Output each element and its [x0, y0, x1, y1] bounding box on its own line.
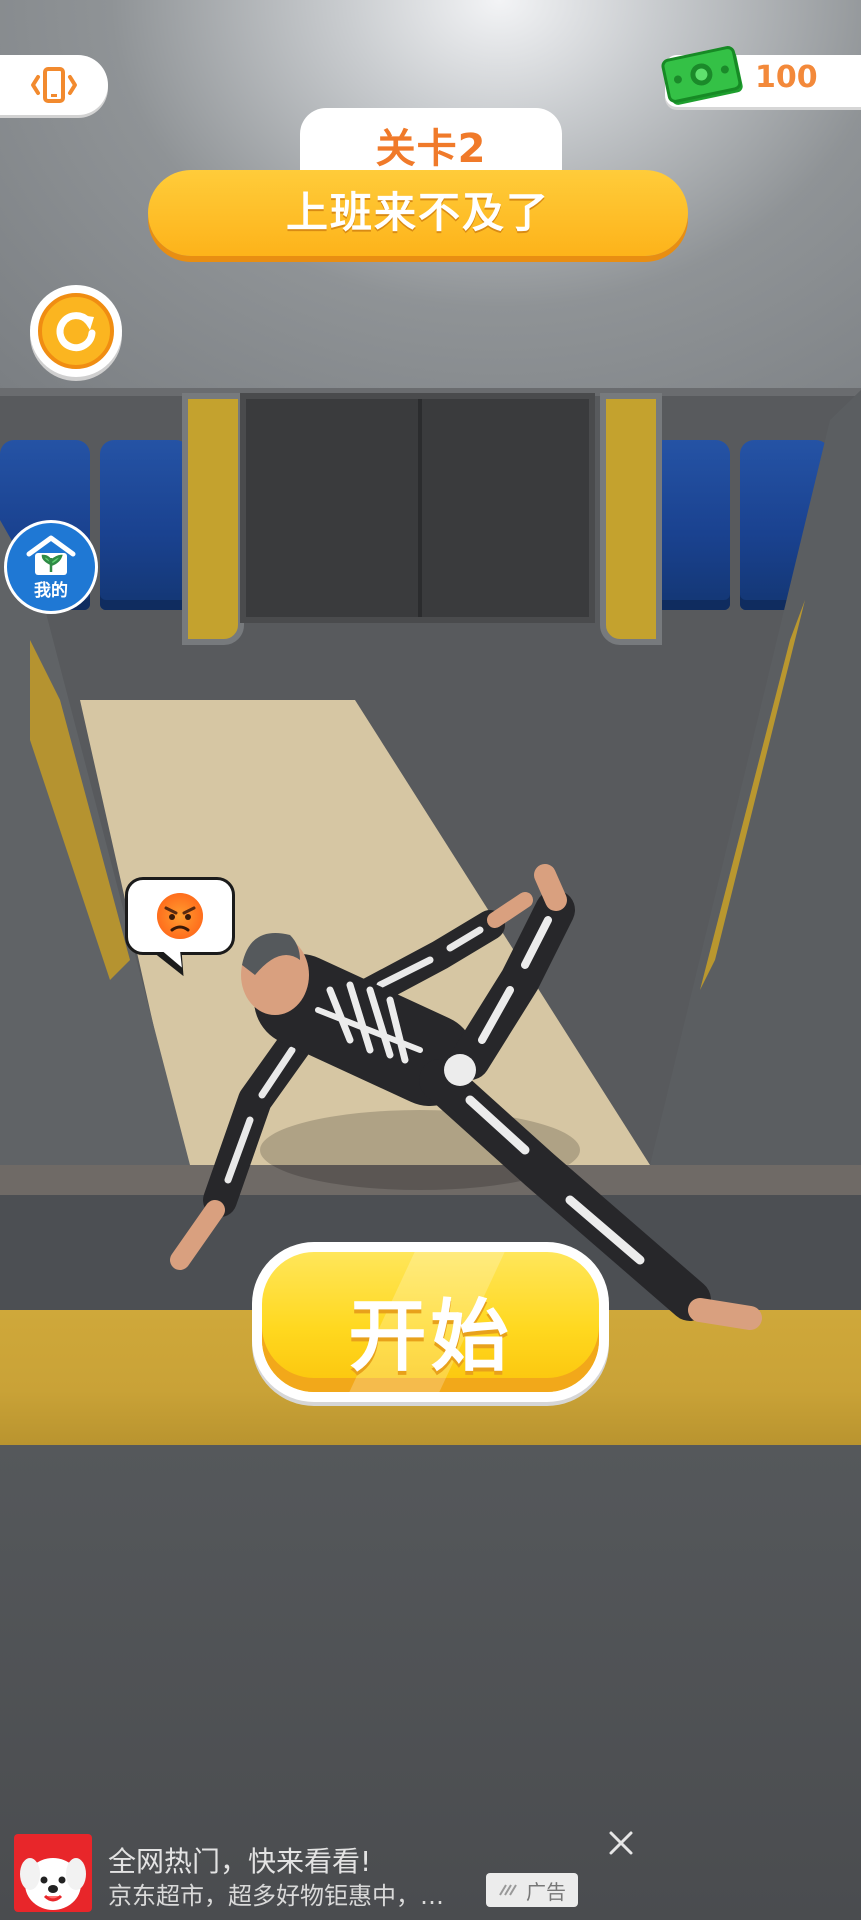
ad-title[interactable]: 全网热门，快来看看! — [108, 1840, 371, 1880]
ad-subtitle[interactable]: 京东超市，超多好物钜惠中，… — [108, 1876, 444, 1911]
ad-badge-label: 广告 — [526, 1879, 566, 1904]
ad-network-icon — [499, 1884, 517, 1896]
vibrate-toggle-button[interactable] — [0, 55, 108, 115]
level-number-label: 关卡2 — [375, 126, 487, 172]
ad-badge: 广告 — [486, 1873, 578, 1907]
start-button[interactable]: 开始 — [252, 1242, 609, 1402]
game-scene — [0, 0, 861, 1920]
my-home-button[interactable]: 我的 — [4, 520, 98, 614]
restart-icon — [38, 293, 114, 369]
level-title-banner: 上班来不及了 — [148, 170, 688, 256]
currency-amount: 100 — [755, 60, 818, 95]
angry-face-icon — [157, 893, 203, 939]
start-button-label: 开始 — [348, 1292, 513, 1382]
ad-logo[interactable] — [14, 1834, 92, 1912]
level-title: 上班来不及了 — [285, 188, 550, 237]
jd-dog-logo-icon — [20, 1858, 86, 1910]
cash-icon — [661, 46, 743, 105]
my-home-label: 我的 — [34, 580, 68, 601]
restart-button[interactable] — [30, 285, 122, 377]
close-icon — [609, 1831, 633, 1855]
ad-close-button[interactable] — [604, 1826, 638, 1860]
home-plant-icon — [26, 535, 76, 575]
ragdoll-character[interactable] — [0, 0, 861, 1920]
start-button-face: 开始 — [262, 1252, 599, 1392]
phone-vibrate-icon — [31, 67, 77, 103]
